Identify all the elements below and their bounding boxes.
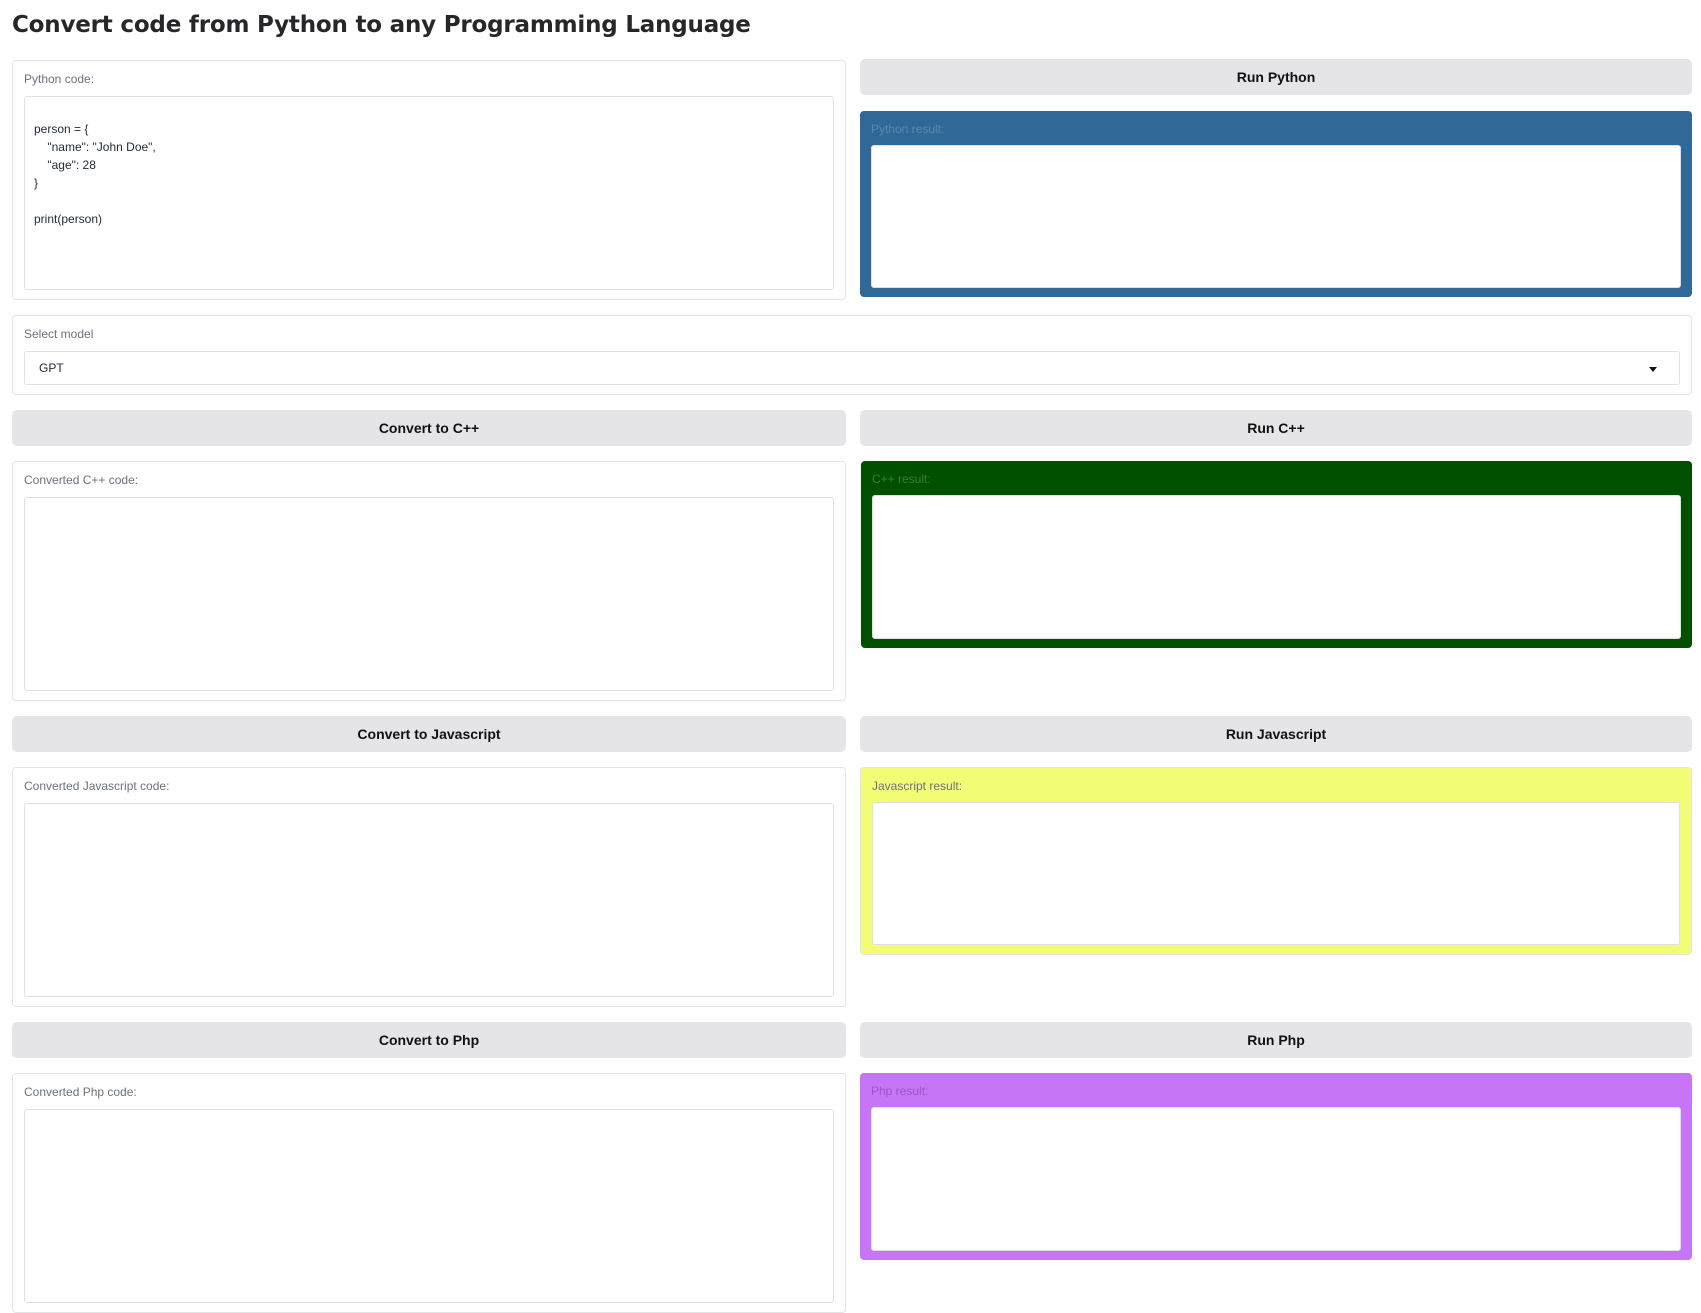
python-code-panel: Python code:	[12, 60, 846, 300]
python-code-input[interactable]	[24, 96, 834, 290]
javascript-result-panel: Javascript result:	[860, 767, 1692, 955]
javascript-result-label: Javascript result:	[872, 779, 963, 793]
php-code-output[interactable]	[24, 1109, 834, 1303]
python-result-output[interactable]	[871, 145, 1681, 288]
python-result-label: Python result:	[871, 122, 945, 136]
caret-down-icon	[1649, 367, 1657, 372]
run-javascript-button[interactable]: Run Javascript	[860, 716, 1692, 752]
convert-cpp-button[interactable]: Convert to C++	[12, 410, 846, 446]
convert-php-button[interactable]: Convert to Php	[12, 1022, 846, 1058]
page-title: Convert code from Python to any Programm…	[12, 12, 751, 38]
python-result-panel: Python result:	[860, 111, 1692, 297]
cpp-result-output[interactable]	[872, 495, 1681, 639]
model-select-label: Select model	[24, 327, 94, 341]
cpp-code-panel: Converted C++ code:	[12, 461, 846, 701]
javascript-code-panel: Converted Javascript code:	[12, 767, 846, 1007]
run-python-button[interactable]: Run Python	[860, 59, 1692, 95]
php-result-panel: Php result:	[860, 1073, 1692, 1260]
python-code-label: Python code:	[24, 72, 95, 86]
cpp-result-label: C++ result:	[872, 472, 931, 486]
cpp-result-panel: C++ result:	[861, 461, 1692, 648]
php-code-label: Converted Php code:	[24, 1085, 137, 1099]
cpp-code-output[interactable]	[24, 497, 834, 691]
php-result-output[interactable]	[871, 1107, 1681, 1251]
model-select-panel: Select model GPT	[12, 315, 1692, 395]
cpp-code-label: Converted C++ code:	[24, 473, 139, 487]
run-cpp-button[interactable]: Run C++	[860, 410, 1692, 446]
run-php-button[interactable]: Run Php	[860, 1022, 1692, 1058]
php-result-label: Php result:	[871, 1084, 929, 1098]
model-select-value: GPT	[39, 361, 64, 375]
javascript-result-output[interactable]	[872, 802, 1680, 945]
php-code-panel: Converted Php code:	[12, 1073, 846, 1313]
page: Convert code from Python to any Programm…	[0, 0, 1701, 1313]
javascript-code-label: Converted Javascript code:	[24, 779, 170, 793]
javascript-code-output[interactable]	[24, 803, 834, 997]
model-select-dropdown[interactable]: GPT	[24, 351, 1680, 385]
convert-javascript-button[interactable]: Convert to Javascript	[12, 716, 846, 752]
